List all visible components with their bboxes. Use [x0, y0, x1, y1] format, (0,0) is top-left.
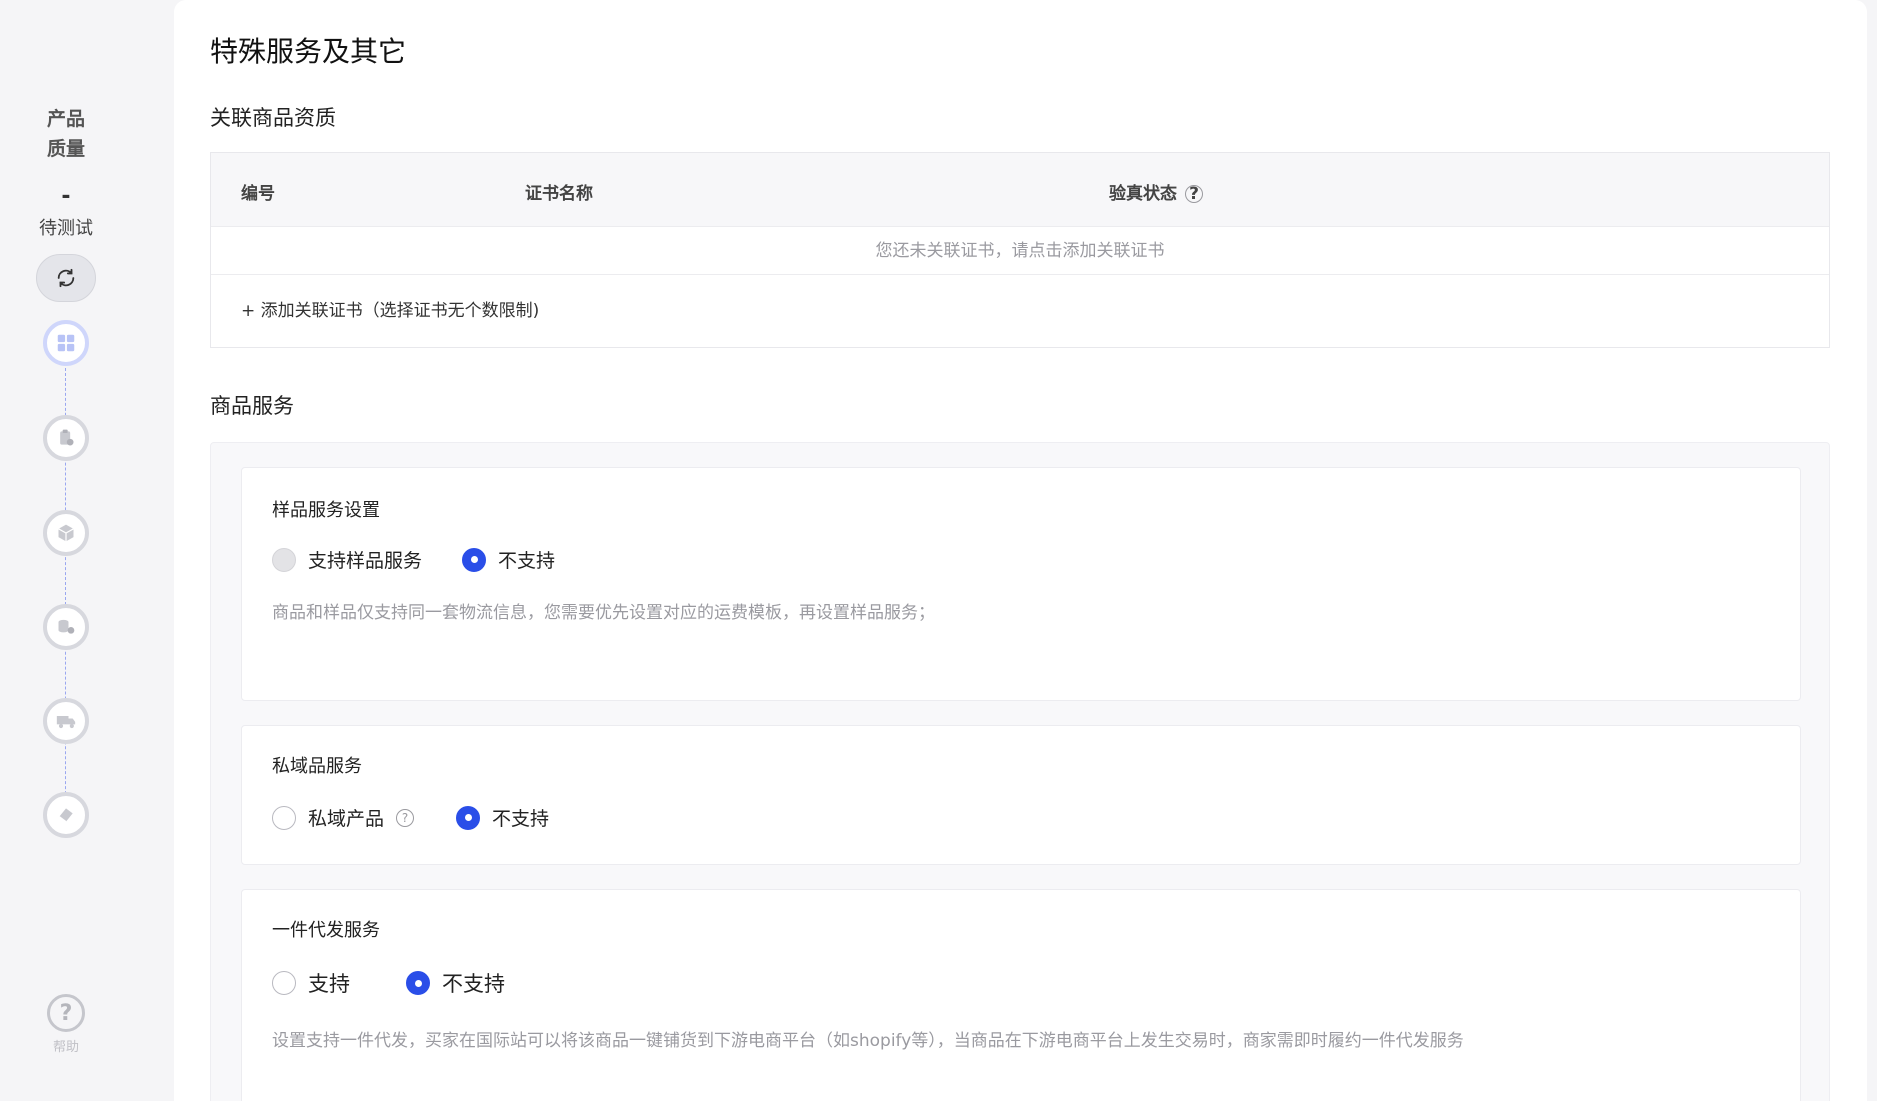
- quality-status: 待测试: [39, 218, 93, 239]
- cert-table: 编号 证书名称 验真状态? 您还未关联证书，请点击添加关联证书 + 添加关联证书…: [210, 152, 1830, 348]
- help-label: 帮助: [52, 1040, 79, 1055]
- private-support-label: 私域产品: [308, 808, 385, 830]
- sample-no-radio[interactable]: [462, 547, 486, 572]
- sample-no-option[interactable]: 不支持: [462, 546, 555, 573]
- page-title: 特殊服务及其它: [210, 35, 407, 68]
- question-icon[interactable]: ?: [396, 808, 415, 827]
- layers-icon: [58, 808, 73, 823]
- sample-service-card: 样品服务设置 支持样品服务 不支持 商品和样品仅支持同一套物流信息，您需要优先设…: [241, 467, 1801, 701]
- cert-section-title: 关联商品资质: [210, 106, 336, 130]
- layout-grid-icon: [57, 334, 75, 352]
- private-service-title: 私域品服务: [272, 756, 362, 777]
- dropship-service-card: 一件代发服务 支持 不支持 设置支持一件代发，买家在国际站可以将该商品一键铺货到…: [241, 889, 1801, 1101]
- private-no-radio[interactable]: [456, 805, 480, 830]
- help-button[interactable]: ?: [47, 994, 85, 1032]
- dropship-support-label: 支持: [308, 972, 350, 996]
- sample-service-hint: 商品和样品仅支持同一套物流信息，您需要优先设置对应的运费模板，再设置样品服务；: [272, 603, 935, 623]
- dropship-no-label: 不支持: [442, 972, 505, 996]
- col-verify-status: 验真状态?: [1109, 179, 1203, 204]
- refresh-icon: [57, 268, 75, 288]
- quality-score: -: [61, 184, 71, 209]
- main-panel: 特殊服务及其它 关联商品资质 编号 证书名称 验真状态? 您还未关联证书，请点击…: [174, 0, 1867, 1101]
- sample-service-title: 样品服务设置: [272, 500, 380, 521]
- step-package[interactable]: [43, 510, 89, 556]
- quality-label-line1: 产品: [46, 108, 85, 130]
- add-cert-link[interactable]: + 添加关联证书（选择证书无个数限制): [211, 275, 1829, 347]
- question-icon[interactable]: ?: [1185, 184, 1203, 204]
- col-number: 编号: [241, 184, 275, 204]
- help-icon: ?: [59, 1000, 73, 1026]
- left-rail: 产品 质量 - 待测试 ? 帮助: [0, 0, 174, 1101]
- cert-empty-message: 您还未关联证书，请点击添加关联证书: [211, 227, 1829, 275]
- dropship-support-option[interactable]: 支持: [272, 968, 350, 998]
- step-truck[interactable]: [43, 698, 89, 744]
- cert-table-header: 编号 证书名称 验真状态?: [211, 153, 1829, 227]
- private-support-option[interactable]: 私域产品 ?: [272, 804, 415, 831]
- dropship-service-hint: 设置支持一件代发，买家在国际站可以将该商品一键铺货到下游电商平台（如shopif…: [272, 1031, 1464, 1051]
- col-cert-name: 证书名称: [525, 184, 593, 204]
- private-no-option[interactable]: 不支持: [456, 804, 549, 831]
- truck-icon: [56, 716, 76, 729]
- step-layout[interactable]: [43, 320, 89, 366]
- dropship-service-title: 一件代发服务: [272, 920, 380, 941]
- package-box-icon: [58, 524, 74, 542]
- sample-no-label: 不支持: [498, 550, 556, 572]
- quality-label-line2: 质量: [46, 138, 85, 160]
- sample-support-label: 支持样品服务: [308, 550, 423, 572]
- clipboard-icon: [60, 429, 74, 446]
- step-coins[interactable]: [43, 604, 89, 650]
- step-layers[interactable]: [43, 792, 89, 838]
- private-service-card: 私域品服务 私域产品 ? 不支持: [241, 725, 1801, 865]
- dropship-support-radio[interactable]: [272, 971, 296, 995]
- step-clipboard[interactable]: [43, 415, 89, 461]
- col-verify-status-label: 验真状态: [1109, 184, 1177, 204]
- coins-icon: [58, 619, 75, 634]
- private-no-label: 不支持: [492, 808, 550, 830]
- services-section-title: 商品服务: [210, 394, 294, 418]
- refresh-button[interactable]: [36, 254, 96, 302]
- quality-label: 产品 质量: [0, 104, 132, 164]
- sample-support-option[interactable]: 支持样品服务: [272, 546, 422, 573]
- services-panel: 样品服务设置 支持样品服务 不支持 商品和样品仅支持同一套物流信息，您需要优先设…: [210, 442, 1830, 1101]
- dropship-no-radio[interactable]: [406, 971, 430, 995]
- dropship-no-option[interactable]: 不支持: [406, 968, 505, 998]
- private-support-radio[interactable]: [272, 805, 296, 830]
- sample-support-radio[interactable]: [272, 547, 296, 572]
